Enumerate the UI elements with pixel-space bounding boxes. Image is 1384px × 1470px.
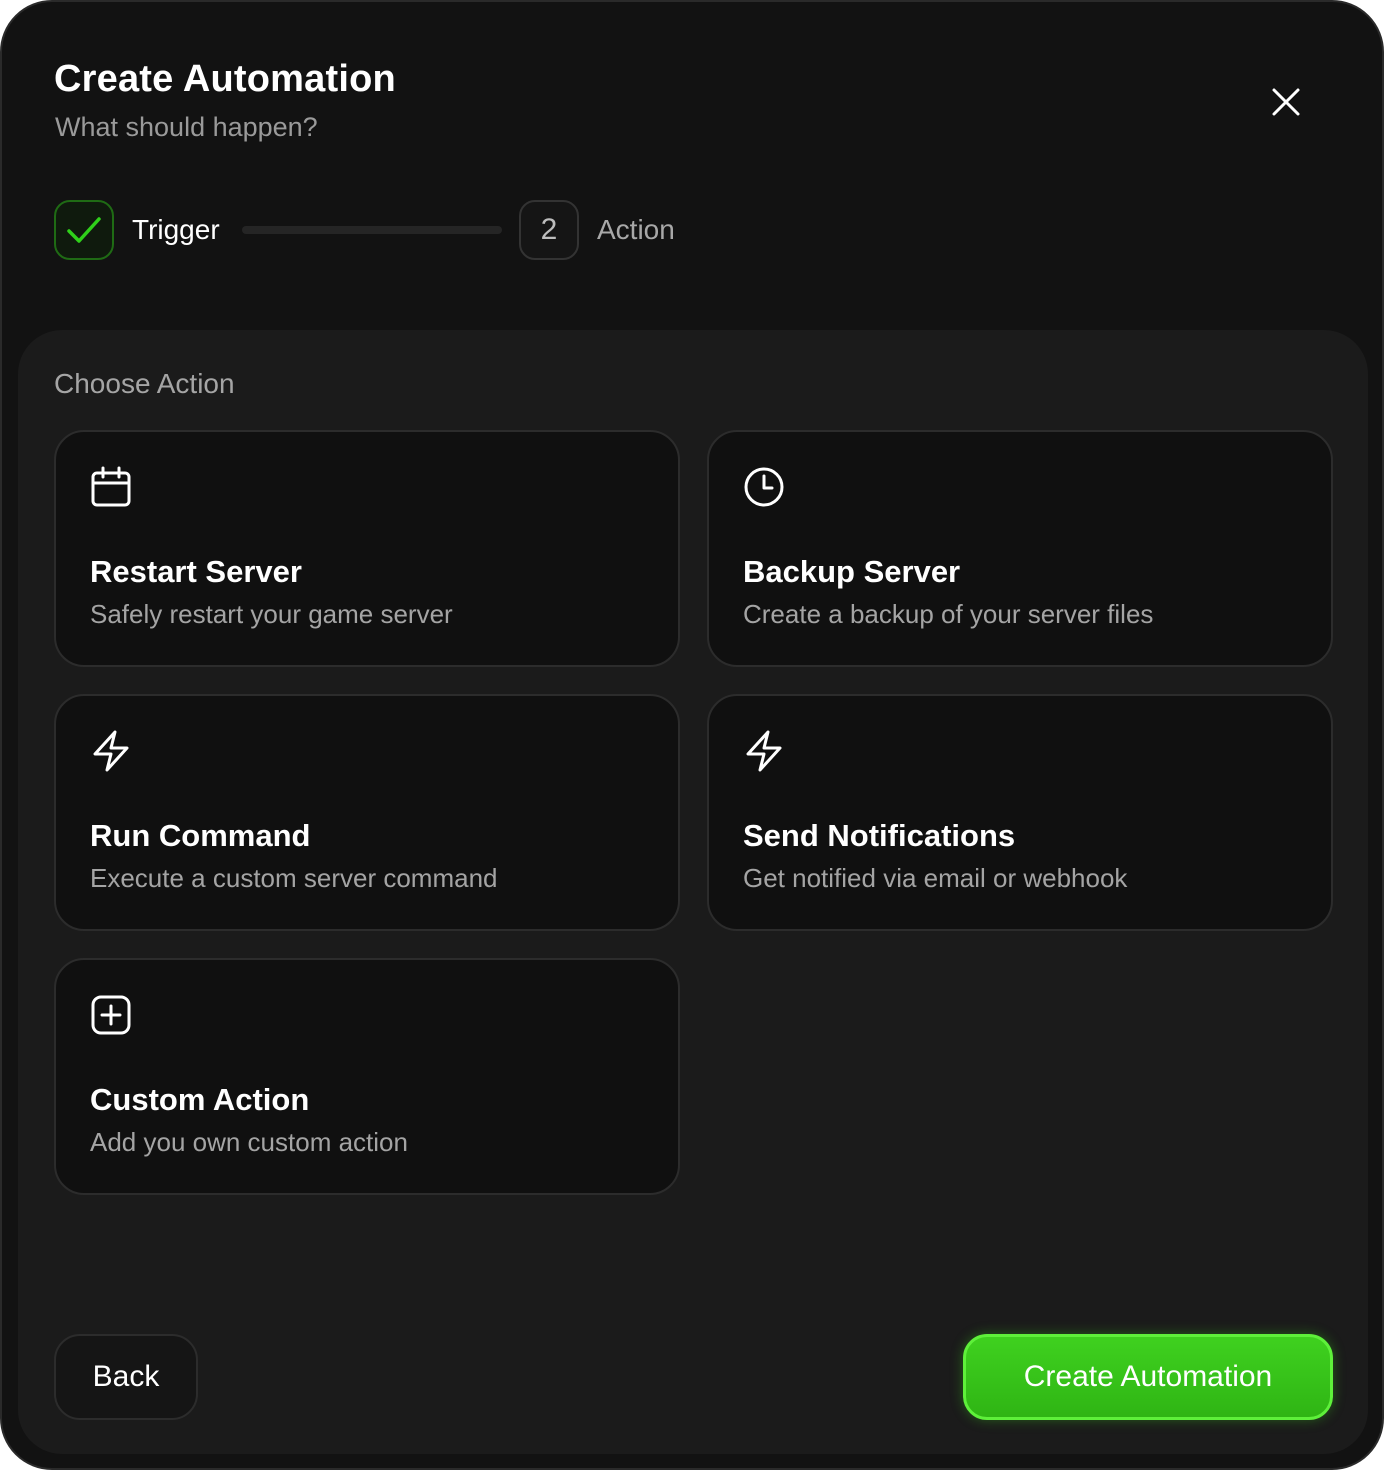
action-card-title: Backup Server	[743, 554, 961, 589]
action-card-title: Restart Server	[90, 554, 302, 589]
modal-title: Create Automation	[54, 58, 396, 100]
lightning-icon	[93, 730, 129, 772]
action-card-backup-server[interactable]: Backup Server Create a backup of your se…	[707, 430, 1333, 667]
action-card-description: Get notified via email or webhook	[743, 863, 1128, 893]
action-card-description: Safely restart your game server	[90, 599, 453, 629]
check-icon	[67, 217, 101, 243]
create-automation-button[interactable]: Create Automation	[963, 1334, 1333, 1420]
step-trigger-label: Trigger	[132, 214, 220, 245]
action-panel: Choose Action Restart Server Safely rest…	[18, 330, 1368, 1454]
calendar-icon	[91, 466, 131, 507]
action-card-description: Execute a custom server command	[90, 863, 498, 893]
stepper: Trigger 2 Action	[54, 200, 754, 262]
plus-square-icon	[91, 995, 131, 1035]
action-card-run-command[interactable]: Run Command Execute a custom server comm…	[54, 694, 680, 931]
action-card-title: Custom Action	[90, 1082, 310, 1117]
back-button[interactable]: Back	[54, 1334, 198, 1420]
lightning-icon	[746, 730, 782, 772]
step-action-label: Action	[597, 214, 675, 245]
modal-subtitle: What should happen?	[55, 112, 318, 142]
step-action-indicator: 2	[519, 200, 579, 260]
step-trigger-indicator	[54, 200, 114, 260]
clock-icon	[744, 467, 784, 507]
action-card-title: Send Notifications	[743, 818, 1016, 853]
create-automation-modal: Create Automation What should happen? Tr…	[0, 0, 1384, 1470]
action-card-custom-action[interactable]: Custom Action Add you own custom action	[54, 958, 680, 1195]
action-card-description: Create a backup of your server files	[743, 599, 1154, 629]
action-card-description: Add you own custom action	[90, 1127, 408, 1157]
close-icon	[1272, 88, 1300, 116]
section-label: Choose Action	[54, 368, 235, 399]
action-card-send-notifications[interactable]: Send Notifications Get notified via emai…	[707, 694, 1333, 931]
action-card-title: Run Command	[90, 818, 311, 853]
close-button[interactable]	[1264, 80, 1308, 124]
action-card-restart-server[interactable]: Restart Server Safely restart your game …	[54, 430, 680, 667]
step-connector	[242, 226, 502, 234]
